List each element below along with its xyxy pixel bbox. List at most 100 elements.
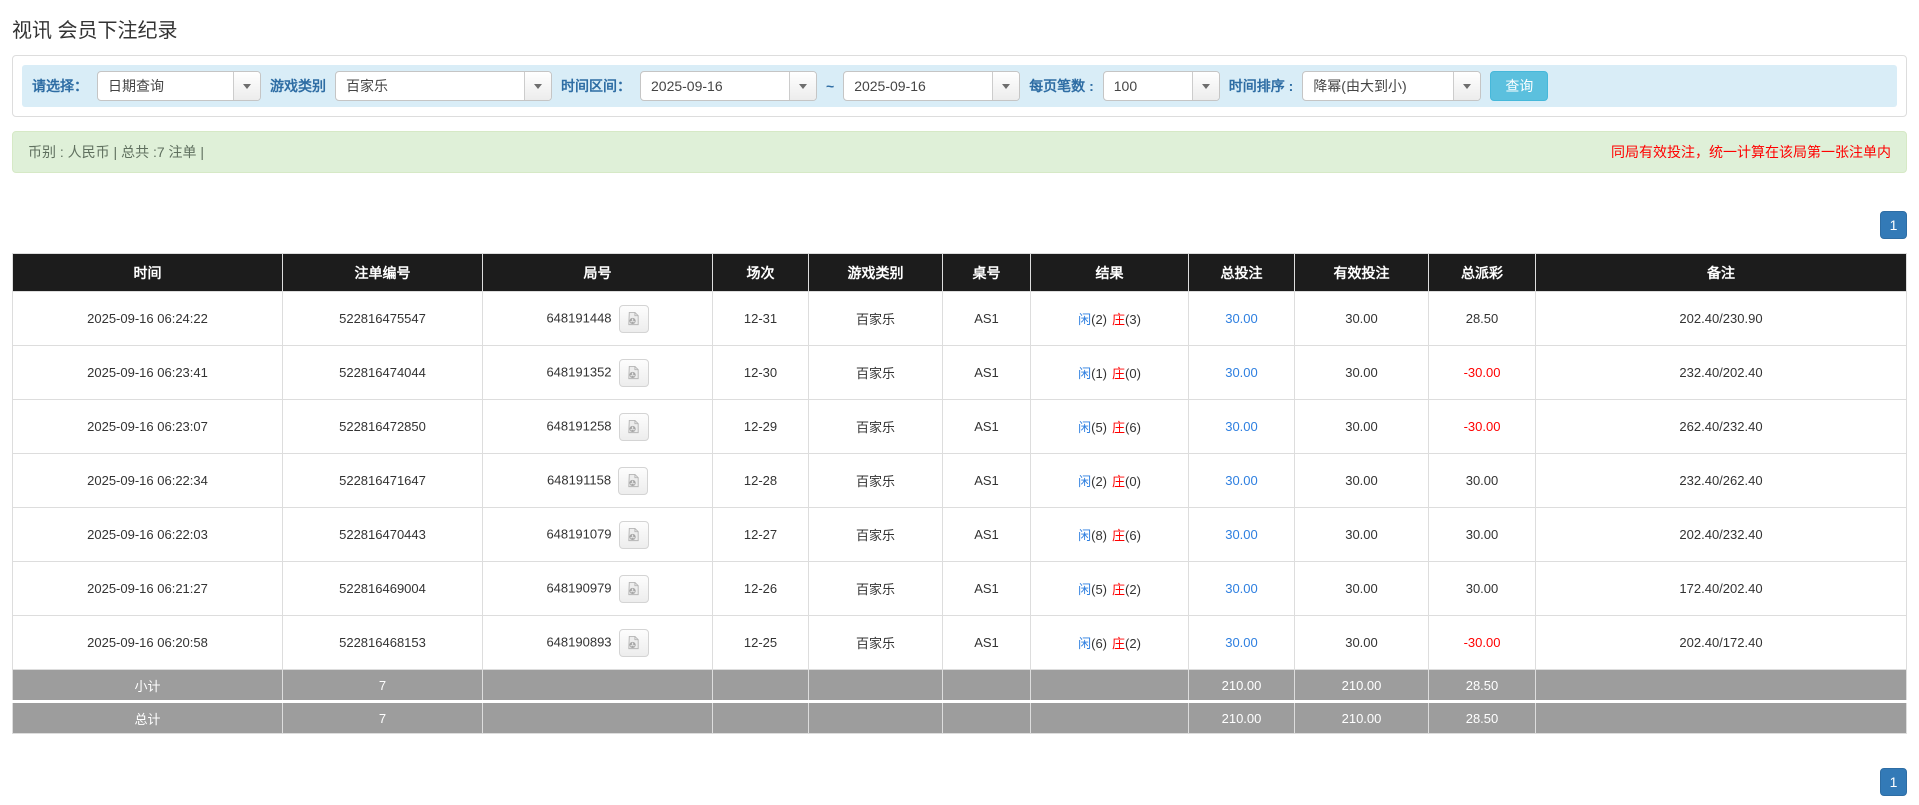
- date-from-select[interactable]: 2025-09-16: [640, 71, 817, 101]
- pagination-page-1-button[interactable]: 1: [1880, 211, 1907, 239]
- cell-table-no: AS1: [942, 453, 1031, 508]
- page-size-dropdown-button[interactable]: [1191, 72, 1219, 100]
- filter-bar: 请选择： 日期查询 游戏类别 百家乐 时间区间： 2025-09-16 ~ 20…: [22, 65, 1897, 107]
- cell-game-type: 百家乐: [808, 345, 943, 400]
- cell-table-no: AS1: [942, 615, 1031, 670]
- cell-payout: 28.50: [1428, 291, 1536, 346]
- grand-total-empty-cell: [712, 700, 809, 734]
- cell-total-bet: 30.00: [1188, 345, 1295, 400]
- player-result-label: 闲: [1078, 582, 1092, 597]
- cell-result: 闲(1) 庄(0): [1030, 345, 1189, 400]
- cell-time: 2025-09-16 06:22:34: [12, 453, 283, 508]
- pagination-page-1-button[interactable]: 1: [1880, 768, 1907, 796]
- query-type-select[interactable]: 日期查询: [97, 71, 261, 101]
- col-header-total-bet: 总投注: [1188, 253, 1295, 292]
- player-result-label: 闲: [1078, 366, 1092, 381]
- time-sort-select[interactable]: 降幂(由大到小): [1302, 71, 1482, 101]
- cell-remark: 202.40/230.90: [1535, 291, 1907, 346]
- video-file-icon: [628, 527, 639, 542]
- date-from-value[interactable]: 2025-09-16: [641, 72, 789, 100]
- cell-payout: 30.00: [1428, 507, 1536, 562]
- subtotal-valid-bet: 210.00: [1294, 669, 1429, 702]
- date-to-value[interactable]: 2025-09-16: [844, 72, 992, 100]
- game-type-select[interactable]: 百家乐: [335, 71, 552, 101]
- time-sort-label: 时间排序 :: [1228, 78, 1294, 94]
- cell-session: 12-28: [712, 453, 809, 508]
- chevron-down-icon: [1201, 84, 1210, 93]
- total-bet-link[interactable]: 30.00: [1225, 635, 1258, 650]
- bet-records-table: 时间 注单编号 局号 场次 游戏类别 桌号 结果 总投注 有效投注 总派彩 备注…: [12, 253, 1907, 734]
- cell-result: 闲(5) 庄(2): [1030, 561, 1189, 616]
- date-to-dropdown-button[interactable]: [992, 72, 1020, 100]
- table-header: 时间 注单编号 局号 场次 游戏类别 桌号 结果 总投注 有效投注 总派彩 备注: [12, 253, 1907, 292]
- cell-time: 2025-09-16 06:20:58: [12, 615, 283, 670]
- cell-valid-bet: 30.00: [1294, 561, 1429, 616]
- cell-time: 2025-09-16 06:21:27: [12, 561, 283, 616]
- player-result-count: (5): [1091, 582, 1107, 597]
- player-result-count: (1): [1091, 366, 1107, 381]
- total-bet-link[interactable]: 30.00: [1225, 419, 1258, 434]
- video-replay-button[interactable]: [618, 358, 649, 387]
- video-replay-button[interactable]: [618, 412, 649, 441]
- banker-result-label: 庄: [1112, 420, 1126, 435]
- subtotal-empty-cell: [482, 669, 713, 702]
- date-from-dropdown-button[interactable]: [789, 72, 816, 100]
- time-range-label: 时间区间：: [561, 78, 631, 94]
- total-bet-link[interactable]: 30.00: [1225, 527, 1258, 542]
- grand-total-label: 总计: [12, 700, 283, 734]
- chevron-down-icon: [1002, 84, 1011, 93]
- subtotal-empty-cell: [1535, 669, 1907, 702]
- player-result-count: (5): [1091, 420, 1107, 435]
- total-bet-link[interactable]: 30.00: [1225, 311, 1258, 326]
- query-type-value[interactable]: 日期查询: [98, 72, 233, 100]
- game-type-dropdown-button[interactable]: [524, 72, 551, 100]
- table-row: 2025-09-16 06:22:03 522816470443 6481910…: [12, 507, 1907, 562]
- table-row: 2025-09-16 06:24:22 522816475547 6481914…: [12, 291, 1907, 346]
- query-type-dropdown-button[interactable]: [233, 72, 260, 100]
- round-id-value: 648191258: [546, 417, 612, 433]
- time-sort-value[interactable]: 降幂(由大到小): [1303, 72, 1453, 100]
- total-bet-link[interactable]: 30.00: [1225, 581, 1258, 596]
- summary-bar: 币别 : 人民币 | 总共 :7 注单 | 同局有效投注，统一计算在该局第一张注…: [12, 131, 1907, 173]
- game-type-value[interactable]: 百家乐: [336, 72, 524, 100]
- cell-valid-bet: 30.00: [1294, 345, 1429, 400]
- cell-bet-id: 522816472850: [282, 399, 483, 454]
- cell-game-type: 百家乐: [808, 615, 943, 670]
- cell-total-bet: 30.00: [1188, 507, 1295, 562]
- round-id-value: 648190979: [546, 579, 612, 595]
- cell-round-id: 648191158: [482, 453, 713, 508]
- video-replay-button[interactable]: [618, 520, 649, 549]
- game-type-label: 游戏类别: [270, 78, 326, 94]
- cell-remark: 202.40/172.40: [1535, 615, 1907, 670]
- video-replay-button[interactable]: [618, 304, 649, 333]
- page-size-select[interactable]: 100: [1102, 71, 1220, 101]
- cell-result: 闲(2) 庄(0): [1030, 453, 1189, 508]
- date-to-select[interactable]: 2025-09-16: [843, 71, 1021, 101]
- time-sort-dropdown-button[interactable]: [1453, 72, 1481, 100]
- cell-total-bet: 30.00: [1188, 561, 1295, 616]
- player-result-label: 闲: [1078, 312, 1092, 327]
- subtotal-empty-cell: [808, 669, 943, 702]
- video-replay-button[interactable]: [618, 574, 649, 603]
- cell-time: 2025-09-16 06:23:07: [12, 399, 283, 454]
- subtotal-empty-cell: [1030, 669, 1189, 702]
- banker-result-count: (2): [1125, 636, 1141, 651]
- player-result-count: (8): [1091, 528, 1107, 543]
- page-size-value[interactable]: 100: [1104, 72, 1192, 100]
- cell-time: 2025-09-16 06:24:22: [12, 291, 283, 346]
- player-result-count: (2): [1091, 312, 1107, 327]
- video-file-icon: [627, 473, 639, 488]
- video-replay-button[interactable]: [618, 466, 649, 495]
- col-header-round-id: 局号: [482, 253, 713, 292]
- total-bet-link[interactable]: 30.00: [1225, 365, 1258, 380]
- video-replay-button[interactable]: [618, 628, 649, 657]
- player-result-count: (6): [1091, 636, 1107, 651]
- player-result-label: 闲: [1078, 474, 1092, 489]
- table-row: 2025-09-16 06:21:27 522816469004 6481909…: [12, 561, 1907, 616]
- banker-result-count: (0): [1125, 474, 1141, 489]
- cell-result: 闲(6) 庄(2): [1030, 615, 1189, 670]
- search-button[interactable]: 查询: [1490, 71, 1549, 101]
- cell-total-bet: 30.00: [1188, 453, 1295, 508]
- col-header-result: 结果: [1030, 253, 1189, 292]
- total-bet-link[interactable]: 30.00: [1225, 473, 1258, 488]
